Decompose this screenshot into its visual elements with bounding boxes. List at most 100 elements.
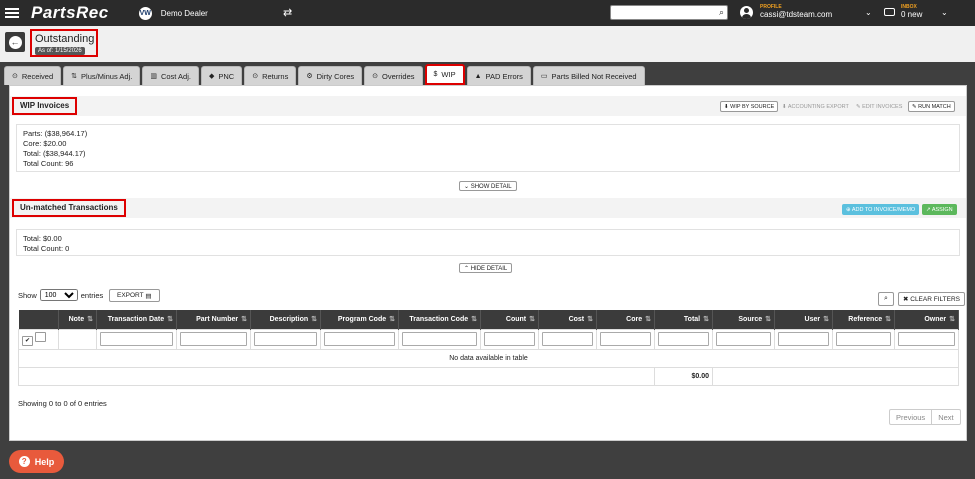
sort-icon: ⇅ [71, 73, 78, 80]
gear-icon: ⚙ [306, 73, 313, 80]
top-bar: PartsRec VW Demo Dealer ⇄ ⌕ PROFILE cass… [0, 0, 975, 26]
cost-filter[interactable] [542, 332, 593, 346]
column-header-total[interactable]: Total ⇅ [654, 310, 713, 329]
description-filter[interactable] [254, 332, 317, 346]
program-code-filter[interactable] [324, 332, 395, 346]
inbox-menu[interactable]: INBOX 0 new [884, 5, 922, 19]
column-header-note[interactable]: Note ⇅ [58, 310, 97, 329]
column-header-source[interactable]: Source ⇅ [712, 310, 775, 329]
total-filter[interactable] [658, 332, 709, 346]
select-controls: ✔ [18, 328, 59, 350]
accounting-export-button[interactable]: ⬇ ACCOUNTING EXPORT [779, 101, 852, 112]
tab-received[interactable]: ⊙ Received [4, 66, 62, 85]
chart-icon: ▥ [150, 73, 157, 80]
run-match-button[interactable]: ✎ RUN MATCH [908, 101, 955, 112]
entries-control: Show 100 entries [18, 289, 103, 301]
column-header-cost[interactable]: Cost ⇅ [538, 310, 597, 329]
section-title: Un-matched Transactions [12, 199, 126, 217]
tab-overrides[interactable]: ⊙ Overrides [364, 66, 423, 85]
owner-filter[interactable] [898, 332, 955, 346]
unmatched-count: Total Count: 0 [23, 244, 70, 253]
source-filter[interactable] [716, 332, 771, 346]
dealer-name[interactable]: Demo Dealer [161, 9, 208, 18]
filter-row: ✔ [18, 328, 959, 350]
show-label: Show [18, 290, 37, 300]
page-title: Outstanding [35, 33, 95, 45]
column-header-part-number[interactable]: Part Number ⇅ [176, 310, 251, 329]
deselect-all-checkbox[interactable] [35, 332, 46, 342]
dealer-brand-icon: VW [138, 6, 152, 20]
table-info: Showing 0 to 0 of 0 entries [18, 399, 107, 408]
help-button[interactable]: ? Help [9, 450, 64, 473]
user-filter[interactable] [778, 332, 829, 346]
core-filter[interactable] [600, 332, 651, 346]
tab-cost-adj[interactable]: ▥ Cost Adj. [142, 66, 199, 85]
hide-detail-button[interactable]: ⌃ HIDE DETAIL [459, 263, 513, 273]
previous-page-button[interactable]: Previous [890, 410, 931, 424]
column-header-user[interactable]: User ⇅ [774, 310, 833, 329]
circle-dot-icon: ⊙ [372, 73, 378, 80]
transaction-date-filter[interactable] [100, 332, 173, 346]
unmatched-header: Un-matched Transactions ⊕ ADD TO INVOICE… [10, 198, 966, 218]
column-header-program-code[interactable]: Program Code ⇅ [320, 310, 399, 329]
tab-parts-billed-not-received[interactable]: ▭ Parts Billed Not Received [532, 66, 645, 85]
tab-wip[interactable]: $ WIP [424, 64, 465, 85]
chevron-down-icon[interactable]: ⌄ [865, 8, 872, 17]
clear-filters-button[interactable]: ✖ CLEAR FILTERS [898, 292, 965, 306]
question-icon: ? [18, 456, 30, 467]
count-filter[interactable] [484, 332, 535, 346]
tab-returns[interactable]: ⊙ Returns [244, 66, 297, 85]
wip-by-source-button[interactable]: ⬇ WIP BY SOURCE [720, 101, 779, 112]
wip-count: Total Count: 96 [23, 159, 74, 168]
wip-parts: Parts: ($38,964.17) [23, 129, 88, 138]
column-header-core[interactable]: Core ⇅ [596, 310, 655, 329]
search-icon[interactable]: ⌕ [719, 7, 724, 18]
tab-pnc[interactable]: ◆ PNC [200, 66, 243, 85]
tab-label: Parts Billed Not Received [551, 71, 637, 81]
edit-invoices-button[interactable]: ✎ EDIT INVOICES [853, 101, 905, 112]
global-search-input[interactable]: ⌕ [610, 5, 728, 20]
unmatched-summary: Total: $0.00 Total Count: 0 [16, 229, 960, 256]
tab-plus-minus-adj[interactable]: ⇅ Plus/Minus Adj. [63, 66, 141, 85]
assign-button[interactable]: ↗ ASSIGN [922, 204, 957, 215]
tab-pad-errors[interactable]: ▲ PAD Errors [466, 66, 531, 85]
export-button[interactable]: EXPORT ▤ [109, 289, 160, 302]
total-row-spacer [18, 366, 655, 386]
empty-table-row: No data available in table [18, 348, 959, 368]
table-search-button[interactable]: ⌕ [878, 292, 894, 306]
column-header-transaction-date[interactable]: Transaction Date ⇅ [96, 310, 177, 329]
next-page-button[interactable]: Next [931, 410, 959, 424]
tab-label: Cost Adj. [160, 71, 191, 81]
part-number-filter[interactable] [180, 332, 247, 346]
pagination: Previous Next [889, 409, 961, 425]
warning-icon: ▲ [474, 72, 482, 80]
back-button[interactable]: ← [5, 32, 25, 52]
show-detail-button[interactable]: ⌄ SHOW DETAIL [459, 181, 517, 191]
tab-label: Received [21, 71, 54, 81]
tab-dirty-cores[interactable]: ⚙ Dirty Cores [298, 66, 363, 85]
column-header-count[interactable]: Count ⇅ [480, 310, 539, 329]
app-logo[interactable]: PartsRec [31, 3, 109, 23]
add-to-invoice-button[interactable]: ⊕ ADD TO INVOICE/MEMO [842, 204, 920, 215]
column-header-description[interactable]: Description ⇅ [250, 310, 321, 329]
inbox-count: 0 new [901, 10, 923, 19]
select-all-checkbox[interactable]: ✔ [22, 336, 33, 346]
entries-select[interactable]: 100 [39, 289, 78, 301]
circle-dot-icon: ⊙ [252, 73, 259, 80]
column-header-owner[interactable]: Owner ⇅ [894, 310, 959, 329]
transaction-code-filter[interactable] [402, 332, 477, 346]
shuffle-icon[interactable]: ⇄ [283, 6, 292, 19]
profile-menu[interactable]: PROFILE cassi@tdsteam.com [740, 5, 832, 19]
page-header: ← Outstanding As of: 1/15/2026 [0, 26, 975, 62]
chevron-down-icon[interactable]: ⌄ [941, 8, 948, 17]
column-header-reference[interactable]: Reference ⇅ [832, 310, 895, 329]
entries-label: entries [80, 290, 104, 300]
user-icon [740, 5, 753, 19]
arrow-left-icon: ← [8, 35, 22, 49]
column-header-transaction-code[interactable]: Transaction Code ⇅ [398, 310, 481, 329]
table-total-row: $0.00 [18, 366, 959, 386]
note-filter-cell [58, 328, 97, 350]
as-of-badge: As of: 1/15/2026 [35, 47, 85, 55]
reference-filter[interactable] [836, 332, 891, 346]
menu-icon[interactable] [5, 8, 19, 18]
